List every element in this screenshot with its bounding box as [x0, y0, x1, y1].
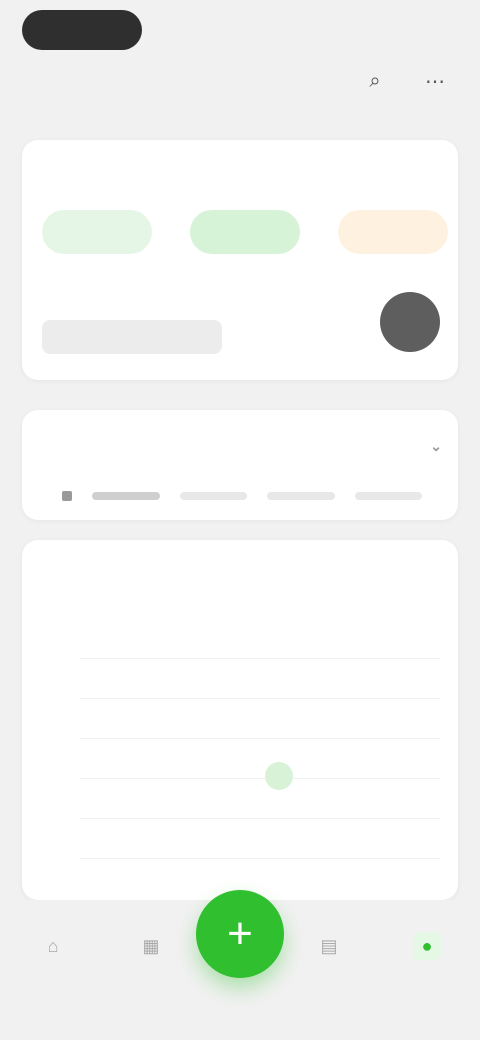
event-dot[interactable]: [265, 762, 293, 790]
plus-icon: +: [227, 909, 253, 958]
search-icon[interactable]: ⌕: [360, 66, 390, 96]
calendar-card: [22, 540, 458, 900]
avatar[interactable]: [380, 292, 440, 352]
tab-3[interactable]: [267, 492, 335, 500]
filter-icon[interactable]: [62, 491, 72, 501]
stat-pill-1[interactable]: [42, 210, 152, 254]
timeline-line: [80, 698, 440, 699]
nav-item-user[interactable]: ●: [392, 932, 462, 1012]
chart-icon: ▤: [320, 935, 338, 956]
chevron-down-icon: ⌄: [430, 438, 442, 454]
add-button[interactable]: +: [196, 890, 284, 978]
timeline: [40, 650, 440, 880]
filter-tabs: [62, 486, 422, 506]
timeline-line: [80, 658, 440, 659]
tab-2[interactable]: [179, 492, 247, 500]
status-pill[interactable]: [22, 10, 142, 50]
calendar-icon: ▦: [142, 935, 160, 956]
timeline-line: [80, 778, 440, 779]
home-icon: ⌂: [47, 935, 59, 956]
filter-card: ⌄: [22, 410, 458, 520]
stat-pill-3[interactable]: [338, 210, 448, 254]
stat-pill-2[interactable]: [190, 210, 300, 254]
tab-4[interactable]: [354, 492, 422, 500]
timeline-line: [80, 858, 440, 859]
nav-item-chart[interactable]: ▤: [294, 932, 364, 1012]
timeline-line: [80, 818, 440, 819]
timeline-line: [80, 738, 440, 739]
summary-card: [22, 140, 458, 380]
top-bar: ⌕ ⋯: [0, 0, 480, 130]
filter-dropdown[interactable]: ⌄: [424, 438, 442, 455]
nav-item-calendar[interactable]: ▦: [116, 932, 186, 1012]
user-icon: ●: [413, 932, 441, 960]
bottom-nav: + ⌂ ▦ ▤ ●: [0, 890, 480, 1040]
more-icon[interactable]: ⋯: [420, 66, 450, 96]
promo-subtitle: [42, 320, 222, 354]
nav-item-home[interactable]: ⌂: [18, 932, 88, 1012]
tab-1[interactable]: [92, 492, 160, 500]
